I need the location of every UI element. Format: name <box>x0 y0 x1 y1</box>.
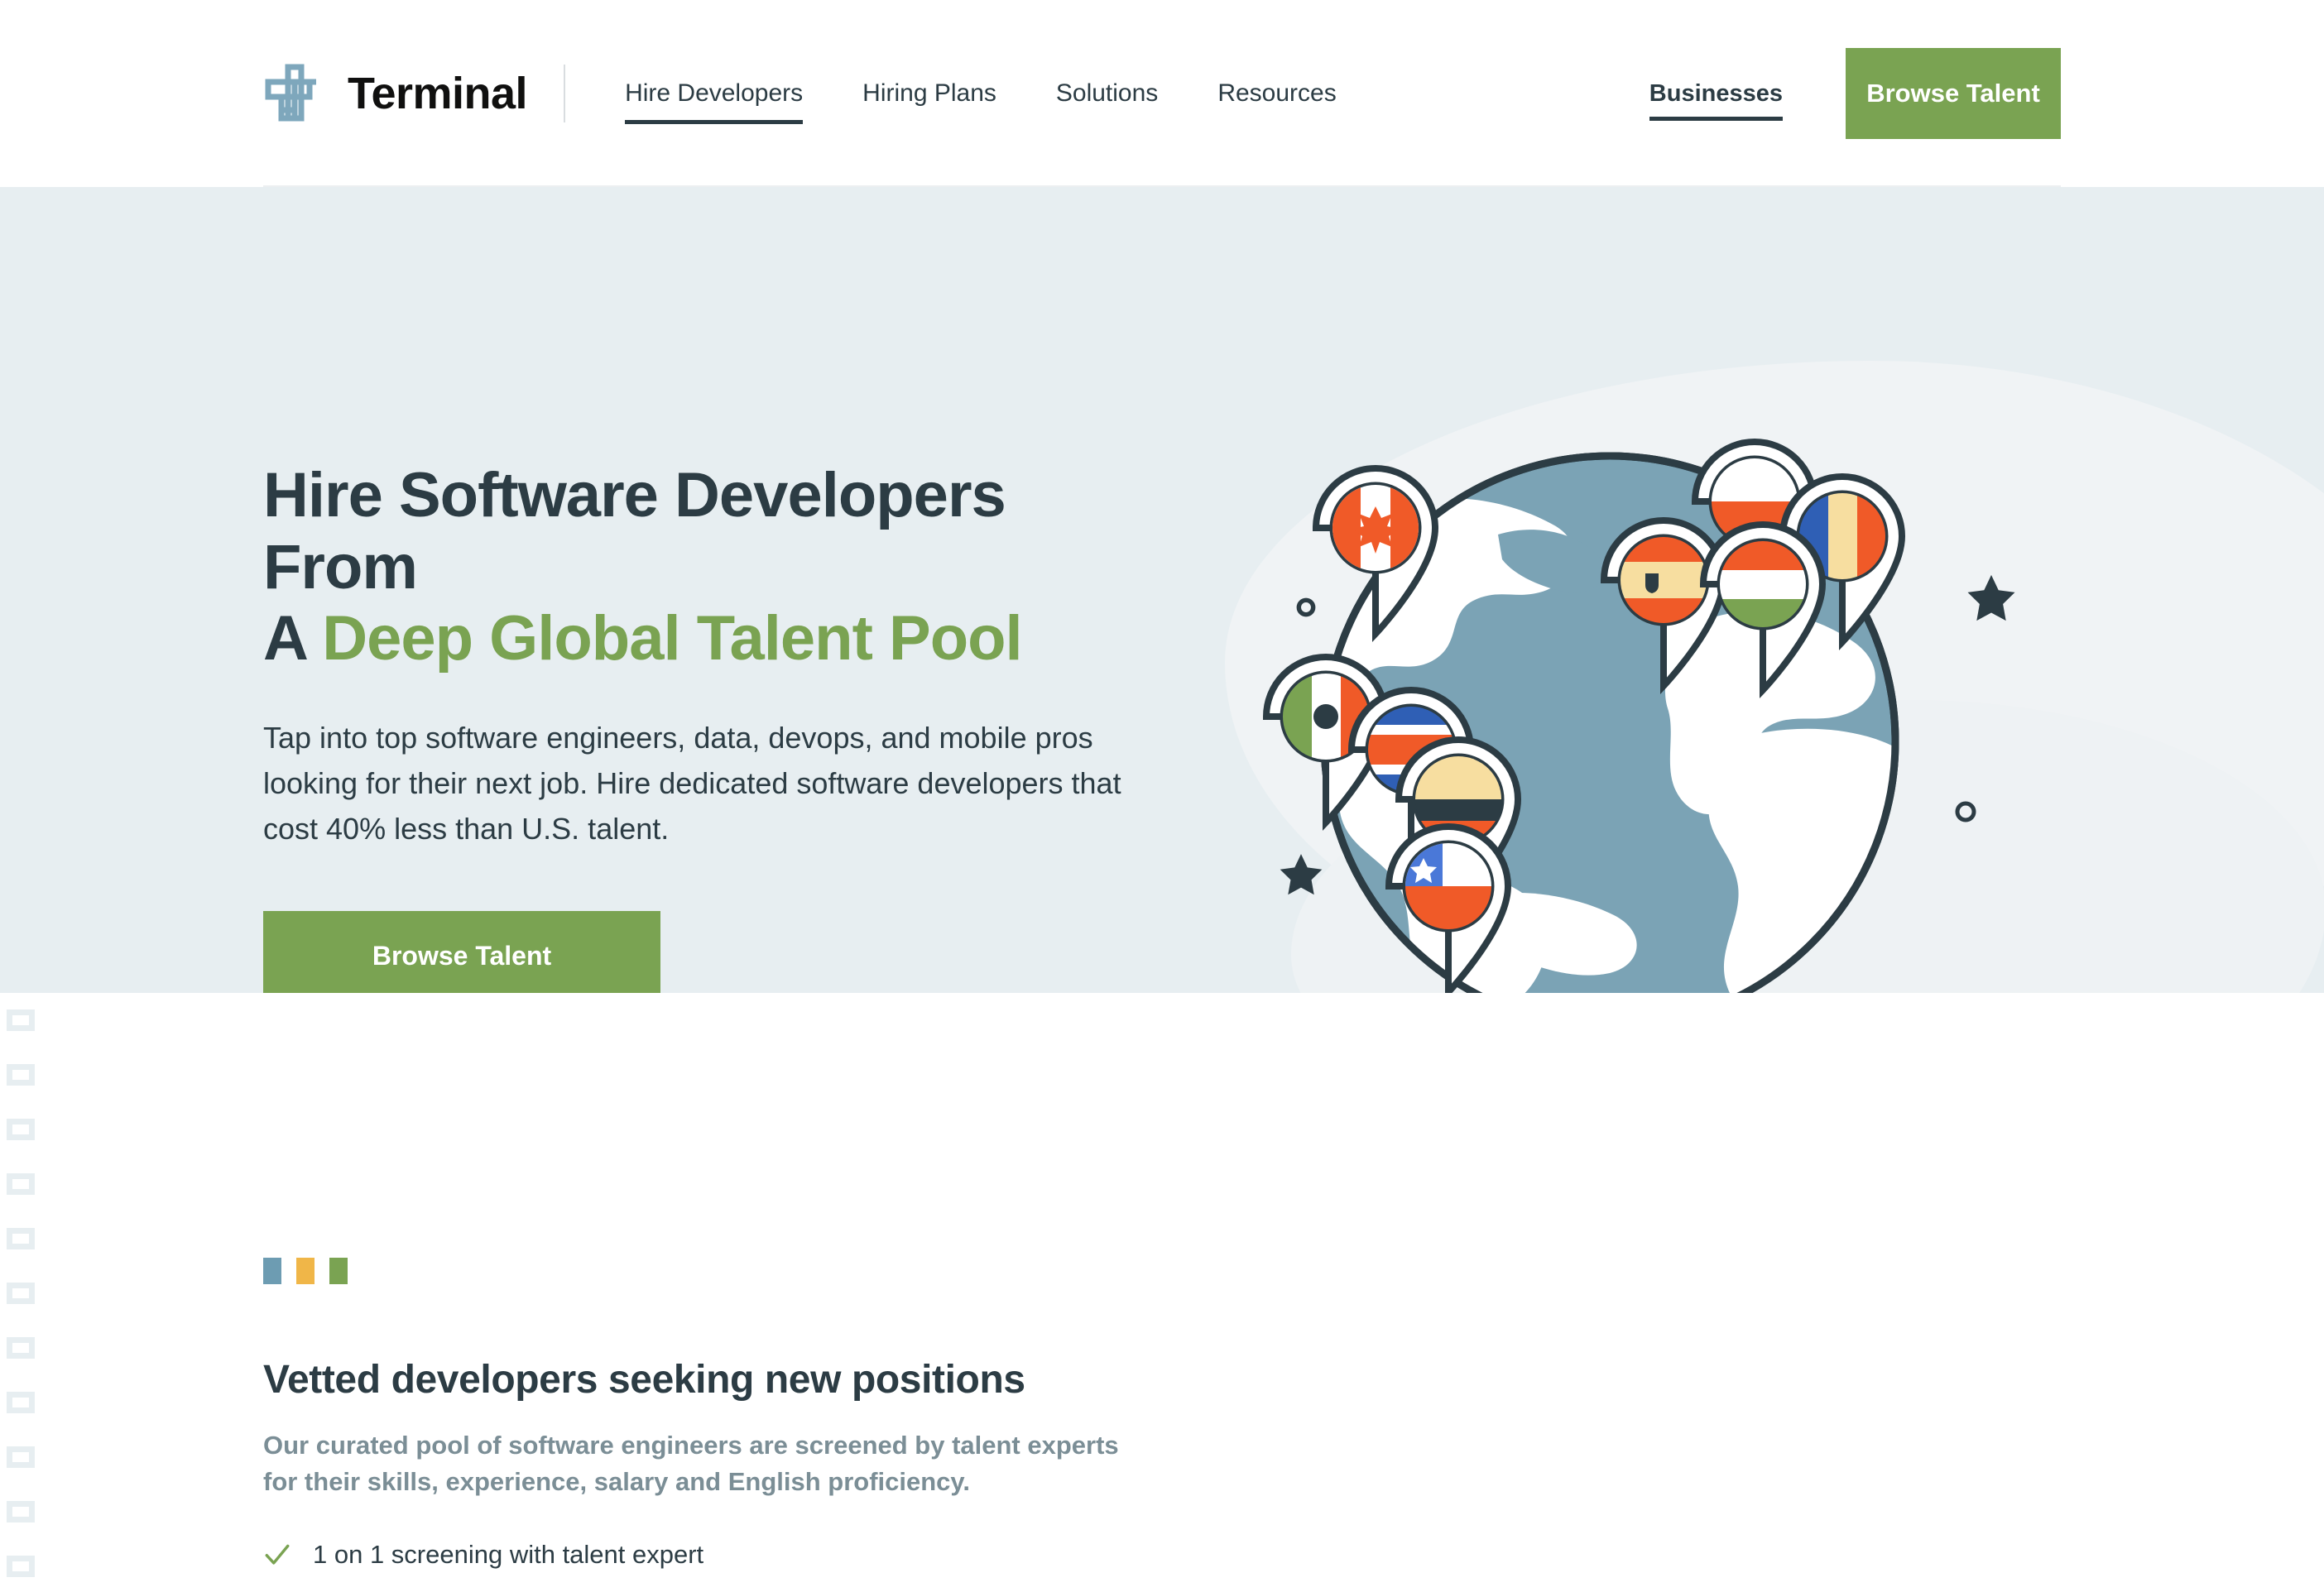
hero-heading-accent: Deep Global Talent Pool <box>322 603 1022 674</box>
feature-list: 1 on 1 screening with talent expert Elit… <box>263 1540 1140 1592</box>
page-title: Hire Software Developers From A Deep Glo… <box>263 460 1174 675</box>
circle-outline-icon <box>1955 801 1976 822</box>
nav-item-solutions[interactable]: Solutions <box>1026 74 1188 113</box>
section-heading: Vetted developers seeking new positions <box>263 1358 1025 1402</box>
decorative-square <box>7 1173 35 1195</box>
main-navigation: Hire Developers Hiring Plans Solutions R… <box>595 74 1366 124</box>
check-icon <box>265 1544 290 1565</box>
list-item: 1 on 1 screening with talent expert <box>263 1540 1140 1570</box>
decorative-square <box>7 1446 35 1468</box>
decorative-square <box>7 1009 35 1031</box>
decorative-square <box>7 1501 35 1522</box>
terminal-plus-logo-icon <box>265 64 316 122</box>
nav-item-hire-developers[interactable]: Hire Developers <box>595 74 833 124</box>
browse-talent-hero-button[interactable]: Browse Talent <box>263 911 660 993</box>
nav-item-hiring-plans[interactable]: Hiring Plans <box>833 74 1026 113</box>
circle-outline-icon <box>1296 597 1316 617</box>
eyebrow-dot-green <box>329 1258 348 1284</box>
hero-section: Hire Software Developers From A Deep Glo… <box>0 187 2324 993</box>
star-icon <box>1280 854 1323 895</box>
decorative-square <box>7 1392 35 1413</box>
decorative-square <box>7 1337 35 1359</box>
header-divider <box>564 65 566 122</box>
hero-copy: Hire Software Developers From A Deep Glo… <box>263 460 1174 993</box>
hero-heading-line2-prefix: A <box>263 603 323 674</box>
eyebrow-dots <box>263 1258 1140 1284</box>
list-item-label: 1 on 1 screening with talent expert <box>313 1540 704 1570</box>
decorative-square <box>7 1228 35 1249</box>
nav-item-resources[interactable]: Resources <box>1188 74 1366 113</box>
section-subheading: Our curated pool of software engineers a… <box>263 1431 1119 1497</box>
site-header: Terminal Hire Developers Hiring Plans So… <box>0 0 2324 187</box>
logo[interactable]: Terminal <box>263 62 528 125</box>
hero-paragraph: Tap into top software engineers, data, d… <box>263 720 1121 846</box>
browse-talent-header-button[interactable]: Browse Talent <box>1846 48 2061 139</box>
header-bottom-rule <box>263 185 2061 187</box>
eyebrow-dot-yellow <box>296 1258 315 1284</box>
decorative-square <box>7 1556 35 1577</box>
vetted-developers-section: Vetted developers seeking new positions … <box>0 993 2324 1592</box>
globe-illustration <box>1225 386 2102 993</box>
decorative-square <box>7 1283 35 1304</box>
decorative-square <box>7 1119 35 1140</box>
businesses-link[interactable]: Businesses <box>1649 80 1784 121</box>
star-icon <box>1967 574 2015 621</box>
decorative-square-column <box>7 1009 35 1592</box>
eyebrow-dot-blue <box>263 1258 281 1284</box>
decorative-square <box>7 1064 35 1086</box>
page-root: Terminal Hire Developers Hiring Plans So… <box>0 0 2324 1592</box>
hero-heading-line1: Hire Software Developers From <box>263 460 1006 602</box>
vetted-developers-copy: Vetted developers seeking new positions … <box>263 1258 1140 1592</box>
logo-text: Terminal <box>348 69 528 118</box>
